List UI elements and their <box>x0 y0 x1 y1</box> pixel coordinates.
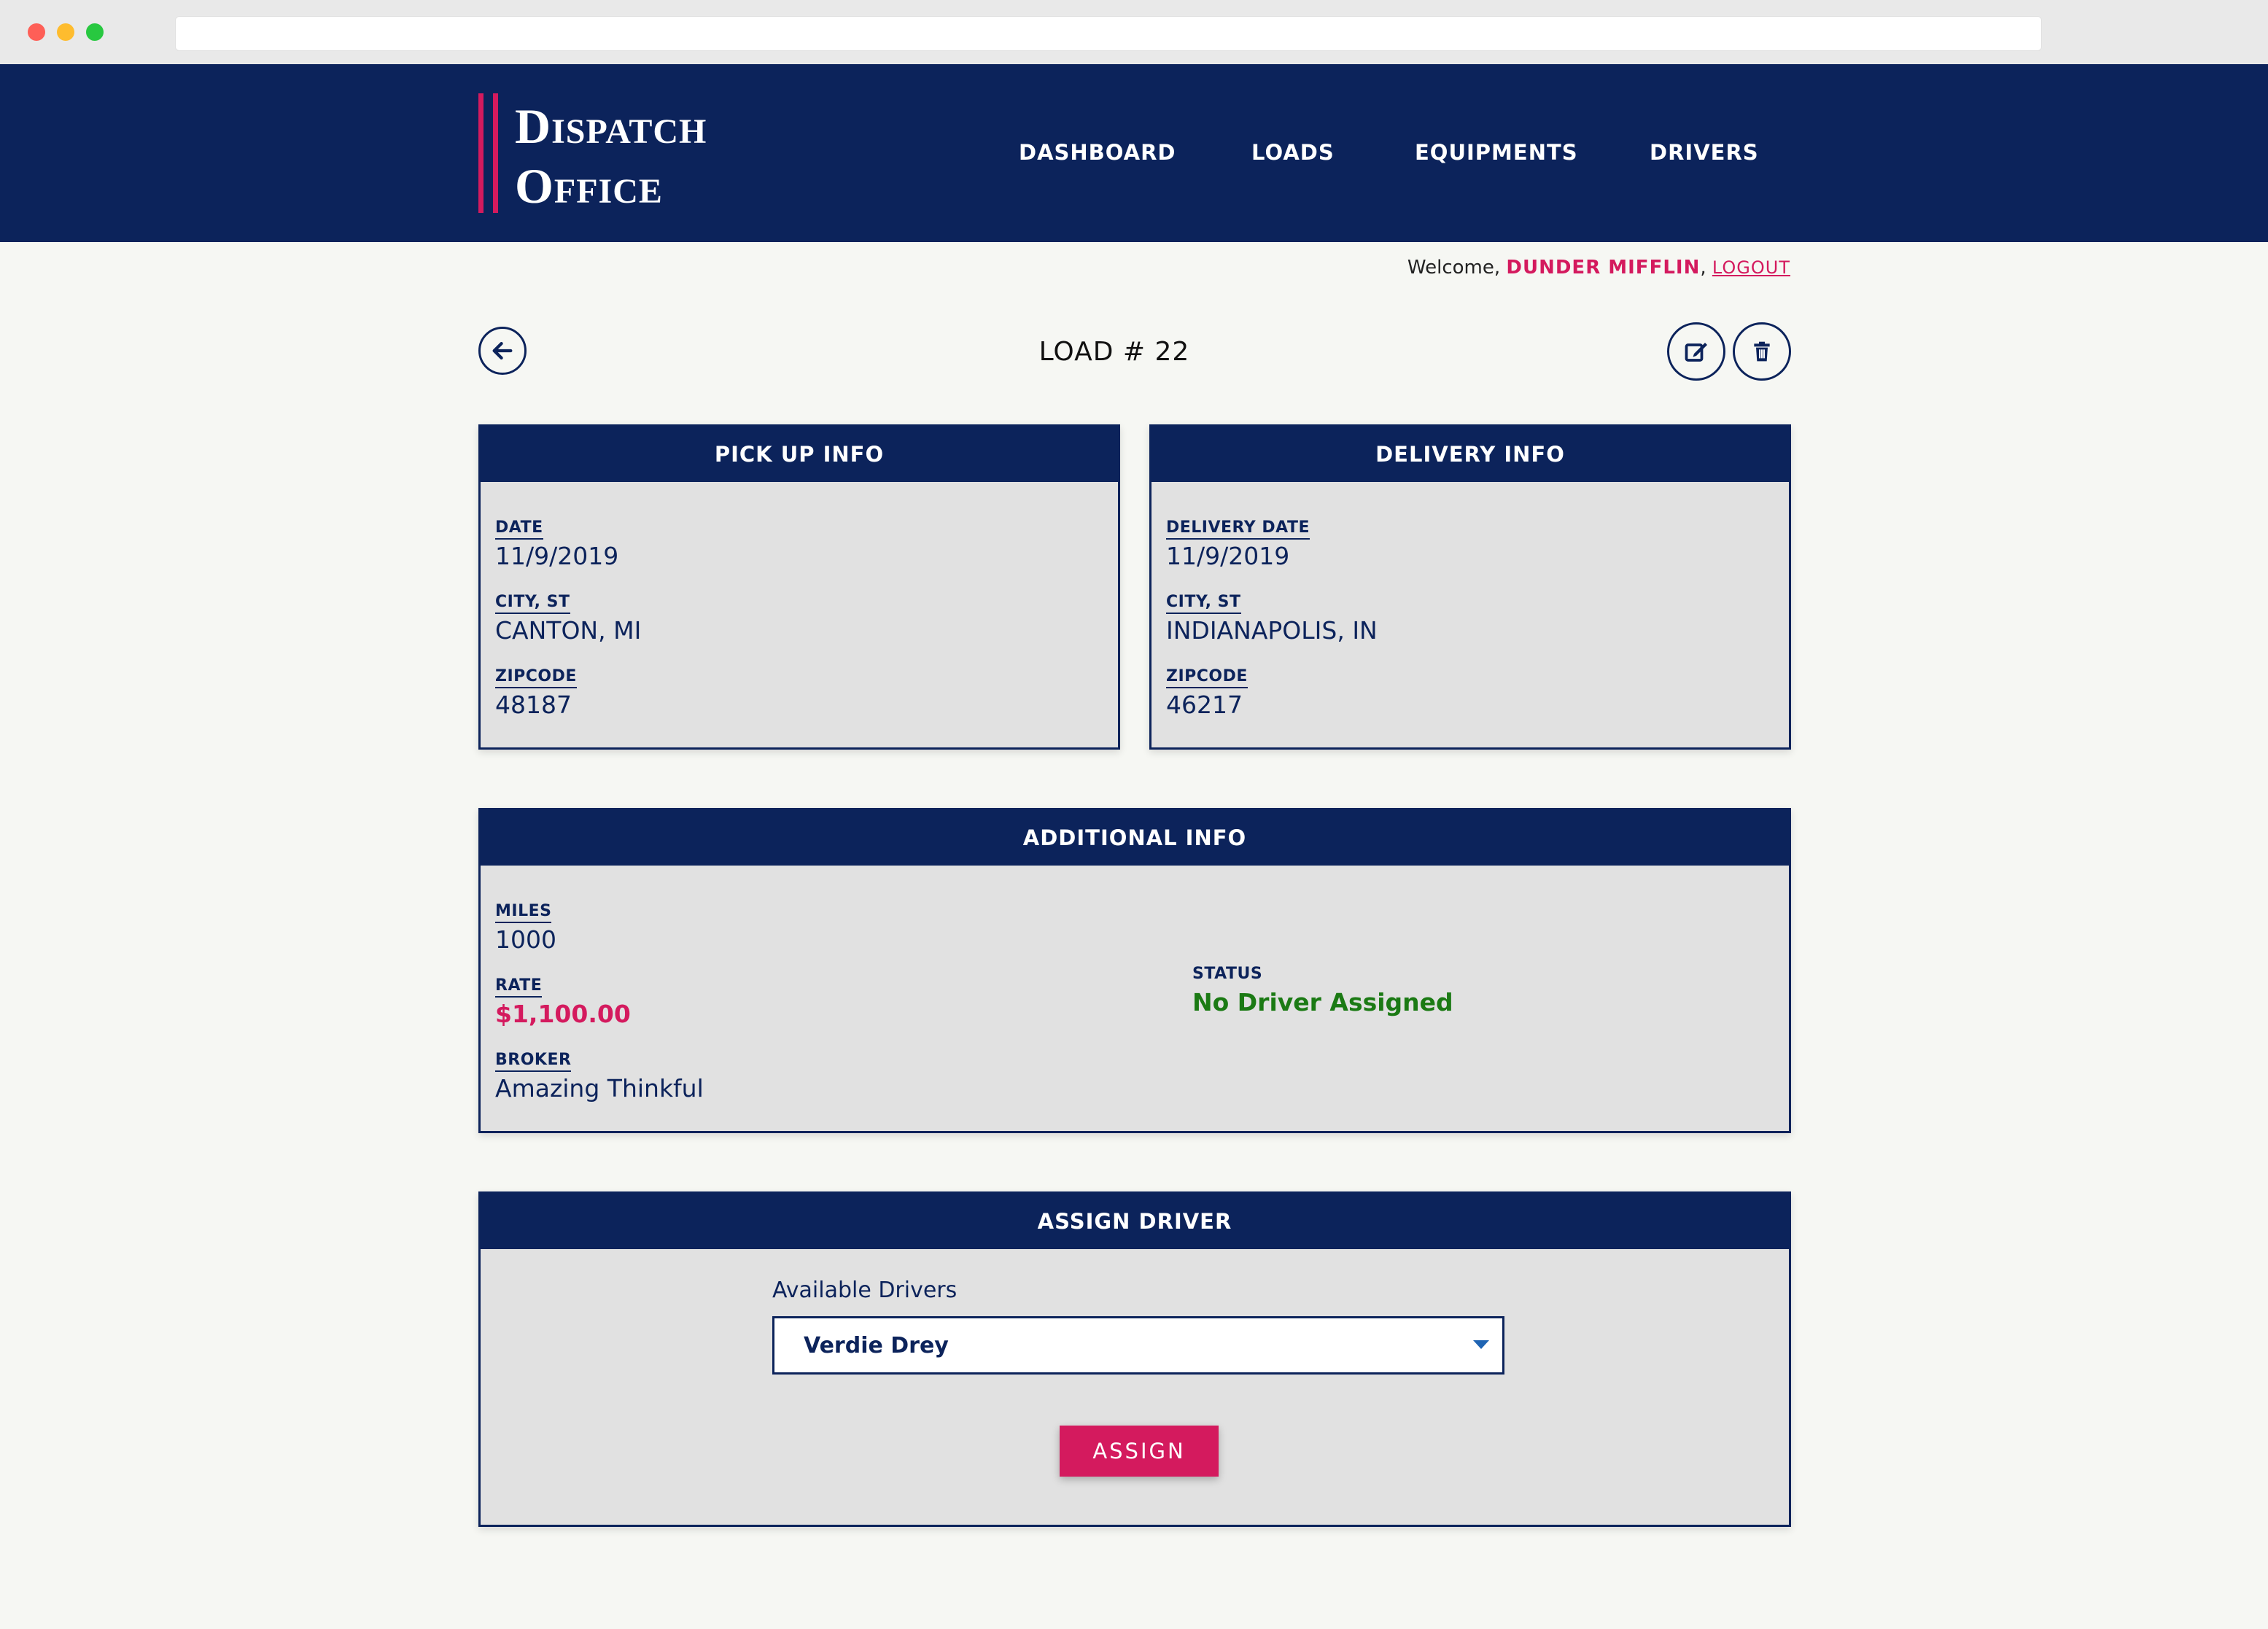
logo-line-1: Dispatch <box>515 98 707 154</box>
pickup-date-label: DATE <box>495 518 543 540</box>
assign-driver-heading: ASSIGN DRIVER <box>481 1194 1789 1249</box>
miles-value: 1000 <box>495 925 556 954</box>
chevron-down-icon <box>1473 1340 1489 1349</box>
selected-driver: Verdie Drey <box>804 1333 949 1358</box>
nav-dashboard[interactable]: DASHBOARD <box>1019 140 1176 165</box>
available-drivers-label: Available Drivers <box>772 1278 958 1303</box>
welcome-separator: , <box>1700 257 1706 279</box>
edit-button[interactable] <box>1667 322 1725 381</box>
available-drivers-select[interactable]: Verdie Drey <box>772 1316 1504 1375</box>
delivery-city-label: CITY, ST <box>1166 593 1241 614</box>
broker-value: Amazing Thinkful <box>495 1074 704 1103</box>
assign-driver-card: ASSIGN DRIVER Available Drivers Verdie D… <box>478 1191 1791 1527</box>
status-label: STATUS <box>1192 965 1263 983</box>
delivery-date-value: 11/9/2019 <box>1166 542 1290 570</box>
address-bar[interactable] <box>175 16 2042 51</box>
pickup-city-value: CANTON, MI <box>495 616 642 645</box>
pickup-city-label: CITY, ST <box>495 593 570 614</box>
miles-label: MILES <box>495 902 552 923</box>
delivery-date-label: DELIVERY DATE <box>1166 518 1310 540</box>
delivery-zip-label: ZIPCODE <box>1166 667 1248 688</box>
rate-label: RATE <box>495 976 543 998</box>
logout-link[interactable]: LOGOUT <box>1712 257 1790 278</box>
window-close-dot[interactable] <box>28 23 45 41</box>
logo-line-2: Office <box>515 158 663 214</box>
trash-icon <box>1754 341 1770 362</box>
welcome-line: Welcome, DUNDER MIFFLIN, LOGOUT <box>1407 257 1790 279</box>
welcome-prefix: Welcome, <box>1407 257 1501 279</box>
delivery-info-card: DELIVERY INFO DELIVERY DATE 11/9/2019 CI… <box>1149 424 1791 750</box>
edit-icon <box>1685 343 1707 362</box>
browser-toolbar <box>0 0 2268 64</box>
pickup-date-value: 11/9/2019 <box>495 542 619 570</box>
window-minimize-dot[interactable] <box>57 23 74 41</box>
page-title-row: LOAD # 22 <box>0 337 2268 367</box>
delivery-city-value: INDIANAPOLIS, IN <box>1166 616 1378 645</box>
pickup-zip-label: ZIPCODE <box>495 667 577 688</box>
pickup-info-heading: PICK UP INFO <box>481 427 1118 482</box>
site-header: Dispatch Office DASHBOARD LOADS EQUIPMEN… <box>0 64 2268 242</box>
site-logo[interactable]: Dispatch Office <box>515 96 707 216</box>
page-title: LOAD # 22 <box>1038 337 1190 367</box>
delete-button[interactable] <box>1733 322 1791 381</box>
pickup-info-card: PICK UP INFO DATE 11/9/2019 CITY, ST CAN… <box>478 424 1120 750</box>
pickup-zip-value: 48187 <box>495 691 572 719</box>
broker-label: BROKER <box>495 1051 572 1072</box>
company-name: DUNDER MIFFLIN <box>1506 257 1701 279</box>
delivery-zip-value: 46217 <box>1166 691 1243 719</box>
nav-equipments[interactable]: EQUIPMENTS <box>1415 140 1578 165</box>
delivery-info-heading: DELIVERY INFO <box>1152 427 1789 482</box>
additional-info-heading: ADDITIONAL INFO <box>481 810 1789 866</box>
window-maximize-dot[interactable] <box>86 23 104 41</box>
rate-value: $1,100.00 <box>495 1000 631 1028</box>
nav-loads[interactable]: LOADS <box>1251 140 1335 165</box>
additional-info-card: ADDITIONAL INFO MILES 1000 RATE $1,100.0… <box>478 808 1791 1133</box>
nav-drivers[interactable]: DRIVERS <box>1650 140 1759 165</box>
assign-button[interactable]: ASSIGN <box>1060 1426 1219 1477</box>
status-value: No Driver Assigned <box>1192 988 1453 1016</box>
